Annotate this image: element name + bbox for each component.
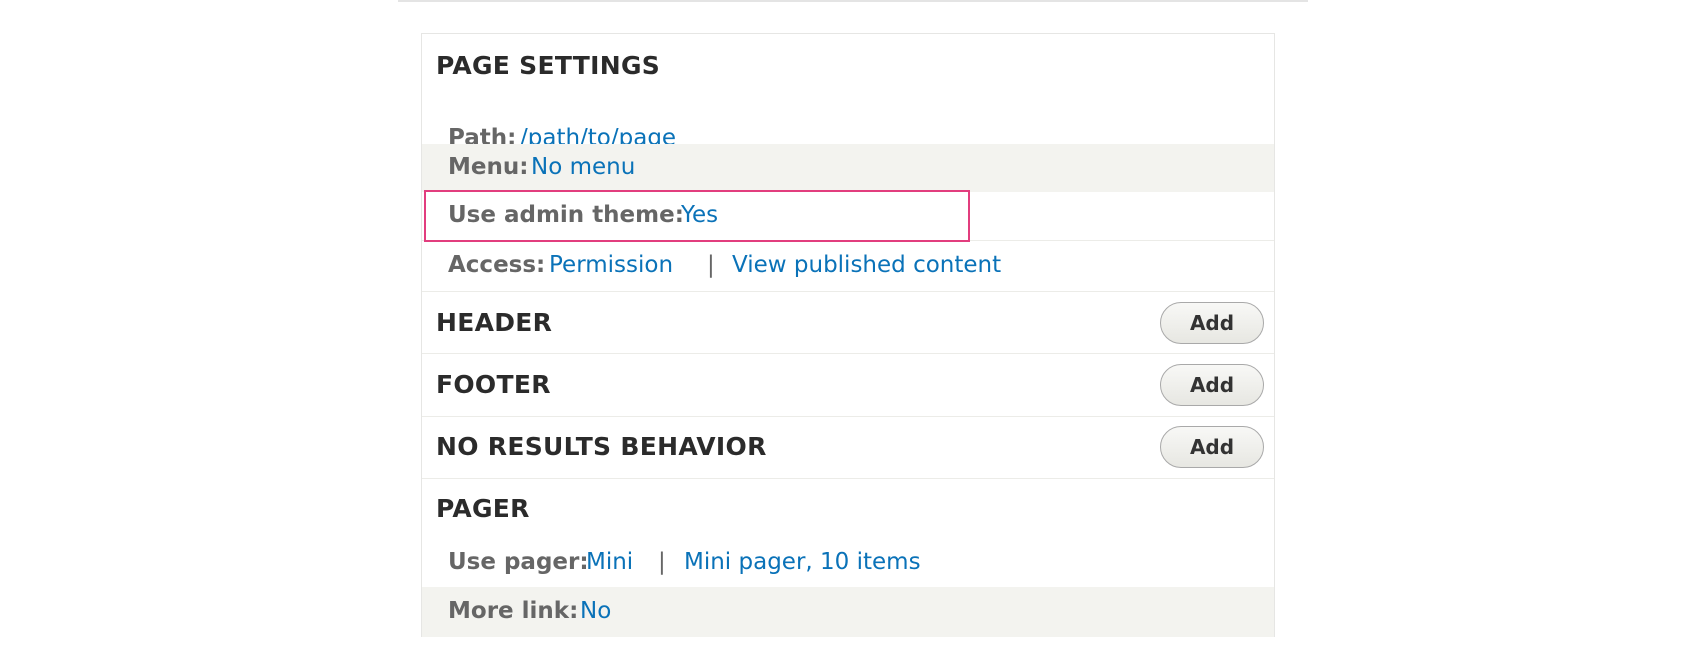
top-divider	[398, 0, 1308, 2]
use-pager-row: Use pager: Mini | Mini pager, 10 items	[422, 539, 1274, 587]
menu-link[interactable]: No menu	[531, 154, 635, 180]
use-pager-link[interactable]: Mini	[586, 549, 633, 575]
highlight-box	[424, 190, 970, 242]
page-settings-section: PAGE SETTINGS Path: /path/to/page Menu: …	[422, 34, 1274, 291]
menu-row: Menu: No menu	[422, 144, 1274, 192]
header-section: HEADER Add	[422, 292, 1274, 353]
more-link-label: More link:	[448, 598, 579, 624]
more-link-row: More link: No	[422, 587, 1274, 637]
more-link-link[interactable]: No	[580, 598, 611, 624]
add-header-button[interactable]: Add	[1160, 302, 1264, 344]
footer-section: FOOTER Add	[422, 354, 1274, 416]
views-settings-panel: PAGE SETTINGS Path: /path/to/page Menu: …	[421, 33, 1275, 637]
header-title: HEADER	[436, 308, 553, 337]
page-settings-title: PAGE SETTINGS	[436, 51, 661, 80]
use-pager-separator: |	[658, 549, 666, 575]
pager-title: PAGER	[436, 494, 530, 523]
access-label: Access:	[448, 252, 546, 278]
access-permission-link[interactable]: Permission	[549, 252, 673, 278]
no-results-section: NO RESULTS BEHAVIOR Add	[422, 417, 1274, 478]
access-separator: |	[707, 252, 715, 278]
add-no-results-button[interactable]: Add	[1160, 426, 1264, 468]
access-detail-link[interactable]: View published content	[732, 252, 1001, 278]
menu-label: Menu:	[448, 154, 529, 180]
use-pager-detail-link[interactable]: Mini pager, 10 items	[684, 549, 921, 575]
no-results-title: NO RESULTS BEHAVIOR	[436, 432, 767, 461]
use-pager-label: Use pager:	[448, 549, 589, 575]
access-row: Access: Permission | View published cont…	[422, 241, 1274, 291]
pager-section: PAGER Use pager: Mini | Mini pager, 10 i…	[422, 479, 1274, 637]
add-footer-button[interactable]: Add	[1160, 364, 1264, 406]
footer-title: FOOTER	[436, 370, 551, 399]
